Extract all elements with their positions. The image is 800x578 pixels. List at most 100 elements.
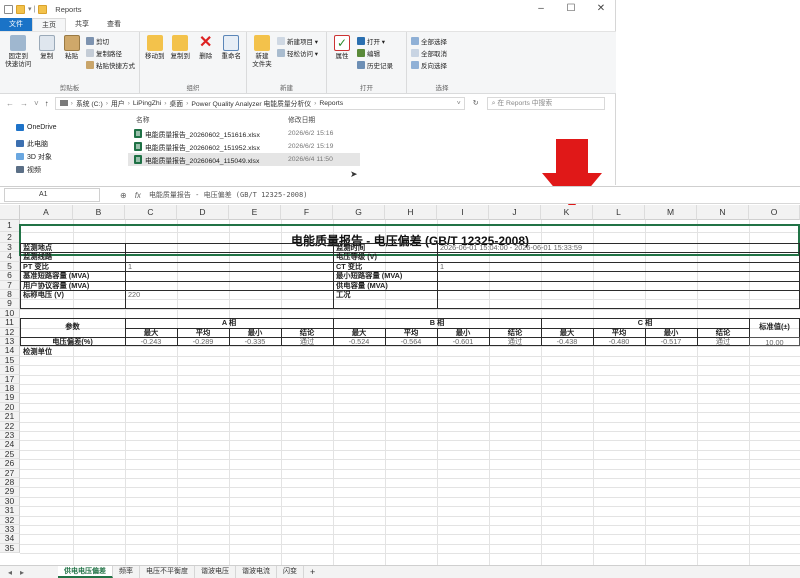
- refresh-icon[interactable]: ↻: [471, 99, 481, 107]
- info-label: 用户协议容量 (MVA): [23, 280, 90, 290]
- search-input[interactable]: ⌕ 在 Reports 中搜索: [486, 96, 605, 110]
- measurement-value: -0.480: [608, 337, 630, 346]
- sheet-tab-frequency[interactable]: 频率: [113, 566, 140, 578]
- add-sheet-button[interactable]: +: [304, 566, 321, 578]
- copy-path-button[interactable]: 复制路径: [86, 48, 135, 58]
- chevron-down-icon[interactable]: ˅: [34, 99, 39, 108]
- select-none-button[interactable]: 全部取消: [411, 48, 447, 58]
- select-group-label: 选择: [435, 85, 449, 92]
- edit-button[interactable]: 编辑: [357, 48, 393, 58]
- up-arrow-icon[interactable]: ↑: [45, 99, 49, 108]
- column-header-o[interactable]: O: [749, 205, 800, 220]
- nav-item-3d-objects[interactable]: 3D 对象: [16, 150, 126, 163]
- column-header-k[interactable]: K: [541, 205, 593, 220]
- column-header-i[interactable]: I: [437, 205, 489, 220]
- measurement-value: -0.335: [244, 337, 266, 346]
- breadcrumb-reports[interactable]: Reports: [319, 100, 343, 107]
- breadcrumb-drive[interactable]: 系统 (C:): [76, 98, 103, 108]
- column-header-j[interactable]: J: [489, 205, 541, 220]
- breadcrumb-users[interactable]: 用户: [111, 98, 125, 108]
- breadcrumb-desktop[interactable]: 桌面: [169, 98, 183, 108]
- folder-quick-icon[interactable]: [16, 4, 25, 14]
- new-group: 新建 文件夹 新建项目 ▾ 轻松访问 ▾ 新建: [247, 32, 327, 94]
- select-all-button[interactable]: 全部选择: [411, 36, 447, 46]
- column-header-d[interactable]: D: [177, 205, 229, 220]
- copy-path-label: 复制路径: [96, 51, 122, 58]
- row-header-35[interactable]: 35: [0, 543, 20, 554]
- info-value: 1: [440, 261, 445, 271]
- cut-button[interactable]: 剪切: [86, 36, 135, 46]
- column-header-b[interactable]: B: [73, 205, 125, 220]
- easy-access-button[interactable]: 轻松访问 ▾: [277, 48, 318, 58]
- history-button[interactable]: 历史记录: [357, 60, 393, 70]
- video-icon: [16, 166, 24, 173]
- address-dropdown-icon[interactable]: ˅: [457, 100, 464, 107]
- name-box[interactable]: A1: [4, 188, 100, 202]
- column-header-c[interactable]: C: [125, 205, 177, 220]
- nav-item-onedrive[interactable]: OneDrive: [16, 121, 126, 134]
- quick-access-dropdown-icon[interactable]: ▾ |: [28, 5, 35, 13]
- function-icon[interactable]: fx: [135, 191, 141, 200]
- column-header-f[interactable]: F: [281, 205, 333, 220]
- sub-header: 结论: [715, 327, 731, 337]
- minimize-button[interactable]: –: [526, 0, 556, 18]
- invert-selection-button[interactable]: 反向选择: [411, 60, 447, 70]
- forward-arrow-icon[interactable]: →: [20, 99, 28, 108]
- sheet-tab-unbalance[interactable]: 电压不平衡度: [140, 566, 195, 578]
- column-header-name[interactable]: 名称: [128, 114, 288, 124]
- zoom-icon[interactable]: ⊕: [120, 191, 127, 200]
- open-button[interactable]: 打开 ▾: [357, 36, 393, 46]
- nav-item-label: 此电脑: [27, 140, 48, 148]
- formula-content[interactable]: 电能质量报告 - 电压偏差 (GB/T 12325-2008): [149, 190, 308, 200]
- back-arrow-icon[interactable]: ←: [6, 99, 14, 108]
- row-header-1[interactable]: 1: [0, 220, 20, 232]
- column-header-date[interactable]: 修改日期: [288, 114, 315, 124]
- column-header-n[interactable]: N: [697, 205, 749, 220]
- column-header-a[interactable]: A: [20, 205, 73, 220]
- gridline: [20, 346, 800, 348]
- sub-header: 结论: [299, 327, 315, 337]
- paste-shortcut-button[interactable]: 粘贴快捷方式: [86, 60, 135, 70]
- select-none-label: 全部取消: [421, 51, 447, 58]
- maximize-button[interactable]: ☐: [556, 0, 586, 18]
- sheet-tab-harmonic-current[interactable]: 谐波电流: [236, 566, 277, 578]
- select-all-corner[interactable]: [0, 205, 20, 220]
- column-header-l[interactable]: L: [593, 205, 645, 220]
- file-row-selected[interactable]: 电能质量报告_20260604_115049.xlsx 2026/6/4 11:5…: [128, 153, 360, 166]
- new-item-button[interactable]: 新建项目 ▾: [277, 36, 318, 46]
- file-date: 2026/6/2 15:16: [288, 130, 334, 137]
- sub-header: 平均: [195, 327, 211, 337]
- nav-item-this-pc[interactable]: 此电脑: [16, 137, 126, 150]
- properties-quick-icon[interactable]: [4, 4, 13, 14]
- close-button[interactable]: ✕: [586, 0, 616, 18]
- breadcrumb-user[interactable]: LiPingZhi: [133, 100, 161, 107]
- measurement-value: -0.517: [660, 337, 682, 346]
- tab-share[interactable]: 共享: [66, 18, 98, 31]
- history-icon: [357, 61, 365, 69]
- tab-scroll-left-icon[interactable]: ◂: [8, 568, 12, 577]
- tab-view[interactable]: 查看: [98, 18, 130, 31]
- rename-icon: [223, 35, 240, 51]
- column-header-e[interactable]: E: [229, 205, 281, 220]
- move-to-label: 移动到: [145, 53, 165, 60]
- excel-file-icon: [134, 155, 142, 164]
- sheet-tab-voltage-deviation[interactable]: 供电电压偏差: [58, 566, 113, 578]
- measurement-value: -0.601: [452, 337, 474, 346]
- column-header-m[interactable]: M: [645, 205, 697, 220]
- column-header-g[interactable]: G: [333, 205, 385, 220]
- column-header-h[interactable]: H: [385, 205, 437, 220]
- tab-scroll-right-icon[interactable]: ▸: [20, 568, 24, 577]
- nav-item-label: 视频: [27, 166, 41, 174]
- sheet-tab-harmonic-voltage[interactable]: 谐波电压: [195, 566, 236, 578]
- address-bar[interactable]: › 系统 (C:) › 用户 › LiPingZhi › 桌面 › Power Quali…: [54, 96, 465, 110]
- standard-value: 10.00: [749, 337, 800, 347]
- tab-home[interactable]: 主页: [32, 18, 66, 31]
- breadcrumb-analyzer[interactable]: Power Quality Analyzer 电能质量分析仪: [191, 98, 311, 108]
- measurement-value: 通过: [715, 337, 731, 346]
- nav-item-videos[interactable]: 视频: [16, 163, 126, 176]
- info-label: 电压等级 (V): [336, 252, 377, 262]
- sheet-tab-flicker[interactable]: 闪变: [277, 566, 304, 578]
- tab-file[interactable]: 文件: [0, 18, 32, 31]
- gridline: [20, 440, 800, 442]
- measurement-value: -0.524: [348, 337, 370, 346]
